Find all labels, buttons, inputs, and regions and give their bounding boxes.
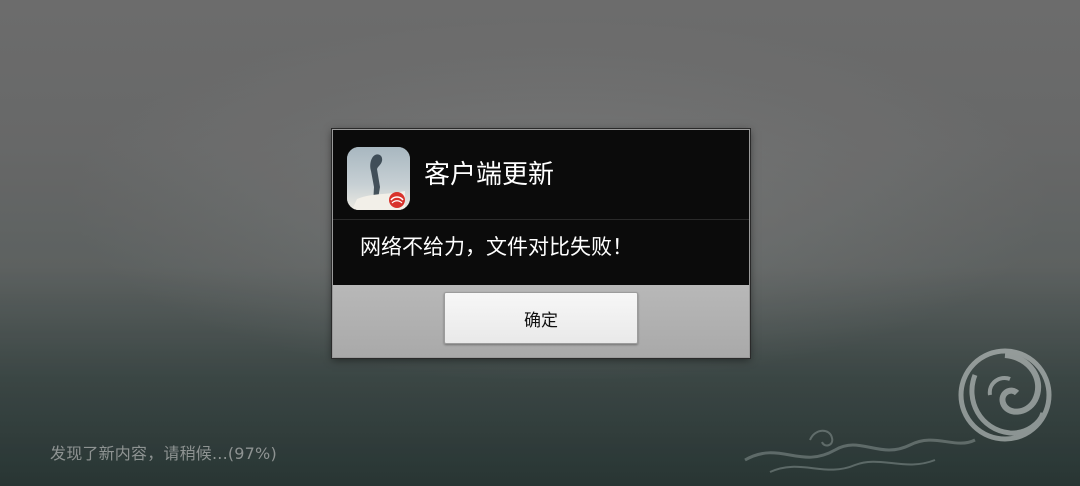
- dialog-footer: 确定: [333, 285, 749, 357]
- app-icon: [347, 147, 410, 210]
- wave-decoration-icon: [744, 429, 976, 473]
- update-progress-text: 发现了新内容，请稍候...(97%): [50, 444, 277, 463]
- swirl-logo-icon: [958, 348, 1052, 442]
- dialog-body: 网络不给力，文件对比失败！: [333, 220, 749, 285]
- dialog-header: 客户端更新: [333, 130, 749, 220]
- update-dialog: 客户端更新 网络不给力，文件对比失败！ 确定: [332, 129, 750, 358]
- ok-button[interactable]: 确定: [444, 292, 638, 344]
- dialog-title: 客户端更新: [424, 160, 555, 190]
- dialog-message: 网络不给力，文件对比失败！: [360, 235, 633, 259]
